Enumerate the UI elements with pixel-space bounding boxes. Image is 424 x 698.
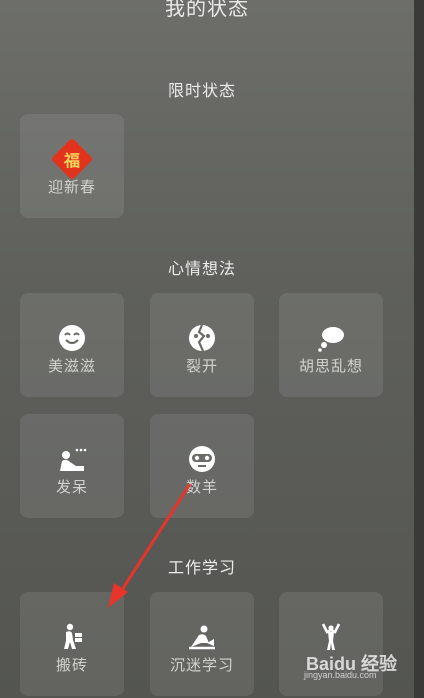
annotation-arrow: [108, 483, 192, 608]
watermark-line2: jingyan.baidu.com: [304, 670, 377, 680]
baidu-jingyan-watermark: Baidu 经验 jingyan.baidu.com: [300, 648, 418, 698]
